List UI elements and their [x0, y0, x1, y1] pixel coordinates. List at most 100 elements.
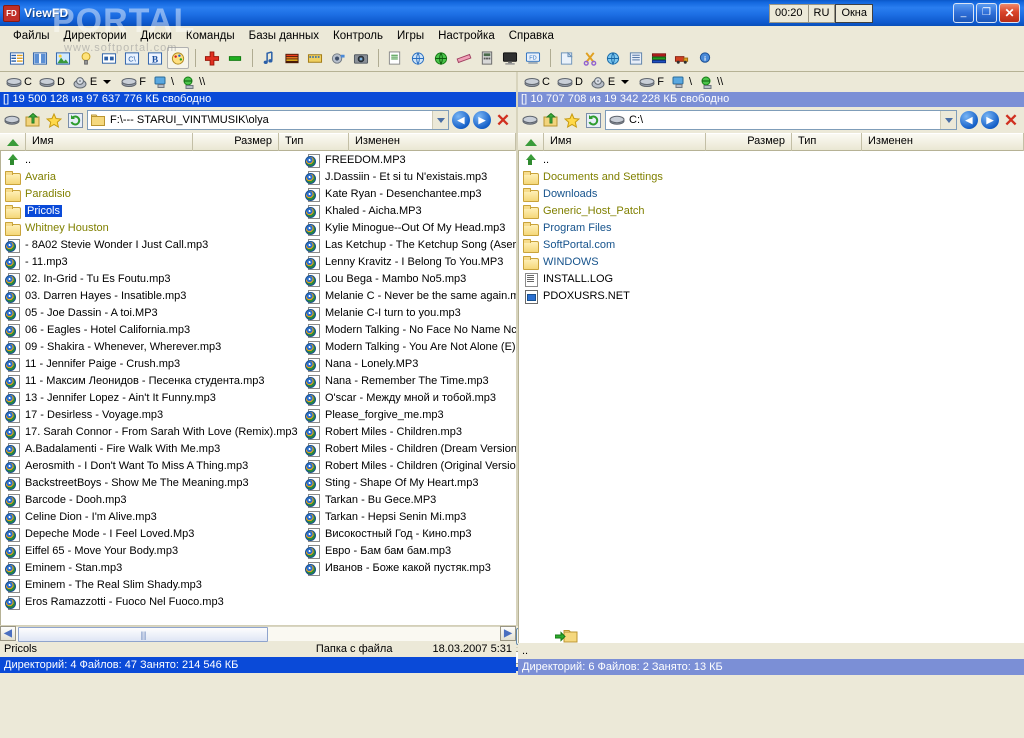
- column-header-name[interactable]: Имя: [544, 133, 706, 151]
- language-indicator[interactable]: RU: [808, 4, 836, 23]
- document-button[interactable]: [384, 47, 406, 69]
- left-path-dropdown[interactable]: [432, 111, 448, 129]
- scroll-thumb[interactable]: ||||: [18, 627, 268, 642]
- scroll-track[interactable]: ||||: [16, 626, 500, 641]
- file-row[interactable]: Please_forgive_me.mp3: [301, 406, 516, 423]
- file-row[interactable]: Celine Dion - I'm Alive.mp3: [1, 508, 301, 525]
- drive-button[interactable]: [3, 111, 21, 129]
- file-row[interactable]: Lenny Kravitz - I Belong To You.MP3: [301, 253, 516, 270]
- menu-item-директории[interactable]: Директории: [57, 29, 134, 43]
- books-button[interactable]: [648, 47, 670, 69]
- menu-item-игры[interactable]: Игры: [390, 29, 431, 43]
- file-row[interactable]: Modern Talking - No Face No Name Nc: [301, 321, 516, 338]
- book-button[interactable]: [625, 47, 647, 69]
- image-view-button[interactable]: [52, 47, 74, 69]
- drive-button-netnet[interactable]: \\: [696, 75, 726, 89]
- left-file-list[interactable]: ..AvariaParadisioPricolsWhitney Houston-…: [0, 151, 516, 625]
- file-row[interactable]: Generic_Host_Patch: [519, 202, 1019, 219]
- open-folder-arrow-icon[interactable]: [555, 629, 579, 645]
- file-row[interactable]: Program Files: [519, 219, 1019, 236]
- file-row[interactable]: - 8A02 Stevie Wonder I Just Call.mp3: [1, 236, 301, 253]
- column-header-size[interactable]: Размер: [193, 133, 279, 151]
- file-row[interactable]: 13 - Jennifer Lopez - Ain't It Funny.mp3: [1, 389, 301, 406]
- favorites-button[interactable]: [45, 111, 63, 129]
- close-tab-button[interactable]: ✕: [1002, 113, 1020, 128]
- internet-button[interactable]: [407, 47, 429, 69]
- equalizer-button[interactable]: [281, 47, 303, 69]
- globe-green-button[interactable]: [430, 47, 452, 69]
- drive-button-C[interactable]: C: [3, 75, 35, 89]
- file-row[interactable]: 05 - Joe Dassin - A toi.MP3: [1, 304, 301, 321]
- file-row[interactable]: ..: [519, 151, 1019, 168]
- refresh-button[interactable]: [66, 111, 84, 129]
- refresh-button[interactable]: [584, 111, 602, 129]
- file-row[interactable]: A.Badalamenti - Fire Walk With Me.mp3: [1, 440, 301, 457]
- drive-button-net[interactable]: \: [668, 75, 695, 89]
- right-file-list[interactable]: ..Documents and SettingsDownloadsGeneric…: [518, 151, 1024, 643]
- file-row[interactable]: Eminem - The Real Slim Shady.mp3: [1, 576, 301, 593]
- file-row[interactable]: Kate Ryan - Desenchantee.mp3: [301, 185, 516, 202]
- file-row[interactable]: INSTALL.LOG: [519, 270, 1019, 287]
- favorites-button[interactable]: [563, 111, 581, 129]
- file-row[interactable]: J.Dassiin - Et si tu N'existais.mp3: [301, 168, 516, 185]
- sort-ascending-icon[interactable]: [518, 133, 544, 151]
- file-row[interactable]: Robert Miles - Children (Original Versio…: [301, 457, 516, 474]
- file-row[interactable]: Tarkan - Hepsi Senin Mi.mp3: [301, 508, 516, 525]
- right-path-input[interactable]: C:\: [605, 110, 957, 130]
- monitor-button[interactable]: [499, 47, 521, 69]
- camera-button[interactable]: [350, 47, 372, 69]
- column-header-type[interactable]: Тип: [792, 133, 862, 151]
- file-row[interactable]: Евро - Бам бам бам.mp3: [301, 542, 516, 559]
- column-header-modified[interactable]: Изменен: [349, 133, 516, 151]
- file-row[interactable]: Robert Miles - Children (Dream Version).: [301, 440, 516, 457]
- drive-button-F[interactable]: F: [636, 75, 667, 89]
- file-row[interactable]: Las Ketchup - The Ketchup Song (Aserj: [301, 236, 516, 253]
- file-row[interactable]: Depeche Mode - I Feel Loved.Mp3: [1, 525, 301, 542]
- parent-folder-button[interactable]: [24, 111, 42, 129]
- drive-button-D[interactable]: D: [554, 75, 586, 89]
- drive-button[interactable]: [521, 111, 539, 129]
- file-row[interactable]: Kylie Minogue--Out Of My Head.mp3: [301, 219, 516, 236]
- file-row[interactable]: Tarkan - Bu Gece.MP3: [301, 491, 516, 508]
- bold-b-button[interactable]: B: [144, 47, 166, 69]
- close-tab-button[interactable]: ✕: [494, 113, 512, 128]
- left-path-input[interactable]: F:\--- STARUI_VINT\MUSIK\olya: [87, 110, 449, 130]
- file-row[interactable]: Documents and Settings: [519, 168, 1019, 185]
- menu-item-справка[interactable]: Справка: [502, 29, 561, 43]
- menu-item-команды[interactable]: Команды: [179, 29, 242, 43]
- file-row[interactable]: Melanie C-I turn to you.mp3: [301, 304, 516, 321]
- drive-button-D[interactable]: D: [36, 75, 68, 89]
- scissors-button[interactable]: [579, 47, 601, 69]
- forward-button[interactable]: ▶: [981, 111, 999, 129]
- file-row[interactable]: O'scar - Между мной и тобой.mp3: [301, 389, 516, 406]
- ruler-button[interactable]: [453, 47, 475, 69]
- column-header-size[interactable]: Размер: [706, 133, 792, 151]
- drive-button-netnet[interactable]: \\: [178, 75, 208, 89]
- file-row[interactable]: Nana - Remember The Time.mp3: [301, 372, 516, 389]
- drive-button-E[interactable]: E: [587, 75, 618, 89]
- back-button[interactable]: ◀: [452, 111, 470, 129]
- file-row[interactable]: Eros Ramazzotti - Fuoco Nel Fuoco.mp3: [1, 593, 301, 610]
- restore-button[interactable]: ❐: [976, 3, 997, 23]
- right-path-dropdown[interactable]: [940, 111, 956, 129]
- file-row[interactable]: Lou Bega - Mambo No5.mp3: [301, 270, 516, 287]
- file-row[interactable]: Modern Talking - You Are Not Alone (E): [301, 338, 516, 355]
- menu-item-контроль[interactable]: Контроль: [326, 29, 390, 43]
- file-row[interactable]: Khaled - Aicha.MP3: [301, 202, 516, 219]
- scroll-right-button[interactable]: ▶: [500, 626, 516, 641]
- drive-button-net[interactable]: \: [150, 75, 177, 89]
- menu-item-настройка[interactable]: Настройка: [431, 29, 502, 43]
- palette-button[interactable]: [167, 47, 189, 69]
- column-header-type[interactable]: Тип: [279, 133, 349, 151]
- file-row[interactable]: Иванов - Боже какой пустяк.mp3: [301, 559, 516, 576]
- file-row[interactable]: Pricols: [1, 202, 301, 219]
- file-row[interactable]: 17. Sarah Connor - From Sarah With Love …: [1, 423, 301, 440]
- music-note-button[interactable]: [258, 47, 280, 69]
- file-row[interactable]: 06 - Eagles - Hotel California.mp3: [1, 321, 301, 338]
- file-row[interactable]: Nana - Lonely.MP3: [301, 355, 516, 372]
- file-row[interactable]: 03. Darren Hayes - Insatible.mp3: [1, 287, 301, 304]
- ca-button[interactable]: C\: [121, 47, 143, 69]
- globe-blue-button[interactable]: [602, 47, 624, 69]
- brief-view-button[interactable]: [6, 47, 28, 69]
- file-row[interactable]: Paradisio: [1, 185, 301, 202]
